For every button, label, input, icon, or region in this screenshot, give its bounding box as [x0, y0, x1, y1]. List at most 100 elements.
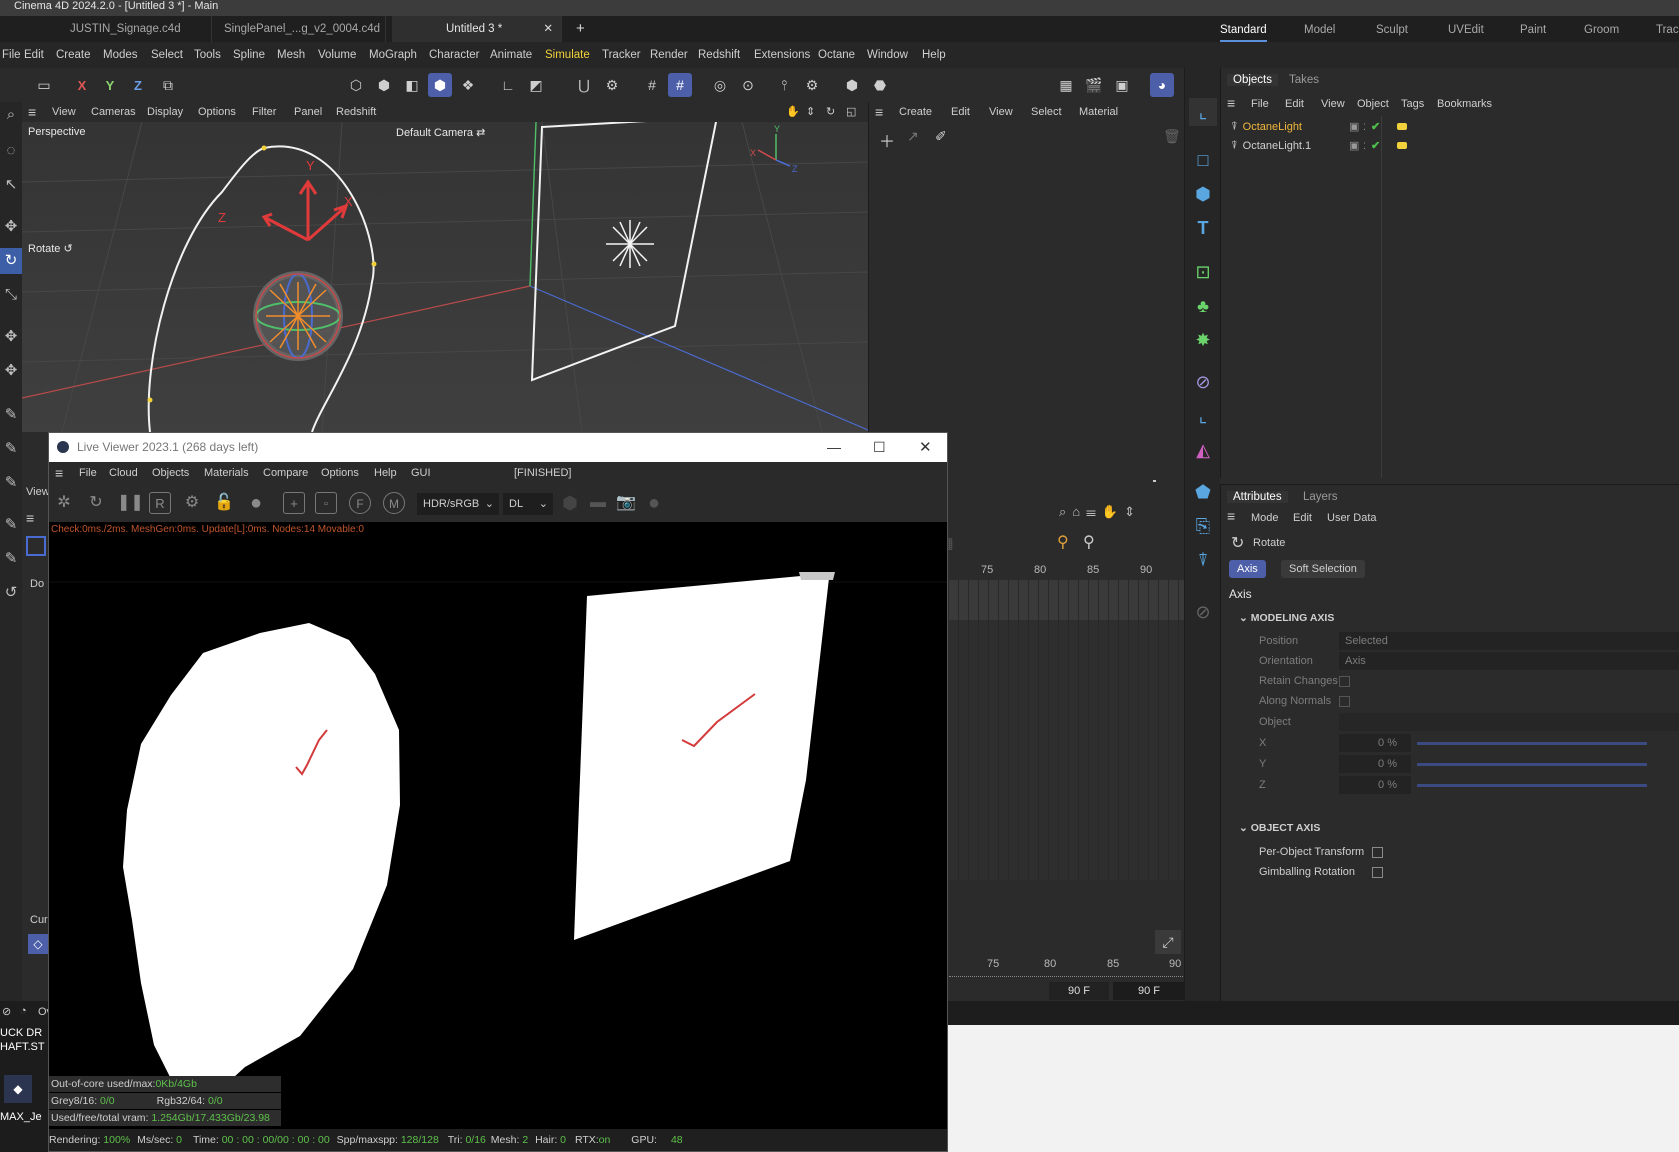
end-frame-field[interactable]: 90 F — [1049, 982, 1109, 1000]
layout-track[interactable]: Track — [1656, 16, 1679, 42]
x-slider[interactable] — [1417, 742, 1647, 745]
scale-icon[interactable]: ⤡ — [0, 282, 22, 308]
menu-extensions[interactable]: Extensions — [754, 42, 810, 68]
enabled-check-icon[interactable]: ✔ — [1371, 117, 1380, 137]
axis-y-lock[interactable]: Y — [98, 73, 122, 97]
menu-volume[interactable]: Volume — [318, 42, 356, 68]
menu-octane[interactable]: Octane — [818, 42, 855, 68]
octane-material-icon[interactable]: ⬣ — [868, 73, 892, 97]
edit-icon[interactable]: ▣ — [1349, 136, 1359, 156]
vp-menu-panel[interactable]: Panel — [294, 102, 322, 122]
z-value-field[interactable]: 0 % — [1339, 776, 1411, 794]
clay-mode-icon[interactable]: ▬ — [587, 492, 609, 514]
section-object-axis[interactable]: ⌄ OBJECT AXIS — [1239, 822, 1320, 834]
null-object-icon[interactable]: ⌞ — [1189, 98, 1217, 126]
attr-menu-user-data[interactable]: User Data — [1327, 512, 1377, 524]
object-row[interactable]: ⍒ OctaneLight ▣ ⁚ ✔ — [1231, 117, 1671, 137]
layout-paint[interactable]: Paint — [1520, 16, 1546, 42]
snap-magnet-icon[interactable]: ⋃ — [572, 73, 596, 97]
tab-takes[interactable]: Takes — [1289, 74, 1319, 86]
select-arrow-icon[interactable]: ↖ — [0, 172, 22, 198]
section-modeling-axis[interactable]: ⌄ MODELING AXIS — [1239, 612, 1334, 624]
symmetry-settings-icon[interactable]: ⚙ — [800, 73, 824, 97]
rotate-gizmo[interactable] — [253, 271, 343, 361]
field-icon[interactable]: ⌞ — [1189, 402, 1217, 430]
obj-menu-file[interactable]: File — [1251, 98, 1269, 110]
obj-menu-bookmarks[interactable]: Bookmarks — [1437, 98, 1492, 110]
menu-help[interactable]: Help — [922, 42, 946, 68]
timeline-tool-icons[interactable]: ⌕⌂☰✋⇕ — [1059, 504, 1141, 520]
hexagon-icon[interactable]: ⬢ — [559, 492, 581, 514]
pen-icon[interactable]: ✎ — [0, 436, 22, 462]
z-slider[interactable] — [1417, 784, 1647, 787]
transform-icon[interactable]: ✥ — [0, 324, 22, 350]
tag-icon[interactable]: ⊘ — [1189, 598, 1217, 626]
menu-mesh[interactable]: Mesh — [277, 42, 305, 68]
link-arrow-icon[interactable]: ↗ — [907, 128, 919, 145]
vp-menu-redshift[interactable]: Redshift — [336, 102, 376, 122]
solo-mode-icon[interactable]: ◩ — [524, 73, 548, 97]
lv-menu-materials[interactable]: Materials — [204, 462, 249, 484]
lv-menu-cloud[interactable]: Cloud — [109, 462, 138, 484]
retain-changes-checkbox[interactable] — [1339, 676, 1350, 687]
menu-tools[interactable]: Tools — [194, 42, 221, 68]
hamburger-icon[interactable]: ≡ — [28, 102, 36, 122]
effector-icon[interactable]: ✸ — [1189, 326, 1217, 354]
edges-mode-icon[interactable]: ⬢ — [372, 73, 396, 97]
search-icon[interactable]: ⌕ — [0, 102, 22, 128]
record-icon[interactable]: ● — [643, 492, 665, 514]
octane-object-icon[interactable]: ⬢ — [840, 73, 864, 97]
max-frame-field[interactable]: 90 F — [1113, 982, 1185, 1000]
dopesheet-area[interactable] — [949, 620, 1189, 880]
add-region-icon[interactable]: + — [283, 492, 305, 514]
deformer-icon[interactable]: ⊘ — [1189, 368, 1217, 396]
key-pin-icon[interactable]: ⚲ — [1057, 532, 1069, 552]
environment-icon[interactable]: ⬟ — [1189, 478, 1217, 506]
viewport-gear-icon[interactable]: ⊙ — [736, 73, 760, 97]
layout-uvedit[interactable]: UVEdit — [1448, 16, 1484, 42]
hamburger-icon[interactable]: ≡ — [55, 462, 63, 484]
cube-icon[interactable]: ⬢ — [1189, 180, 1217, 208]
orientation-dropdown[interactable]: Axis — [1339, 652, 1679, 670]
gimballing-rotation-checkbox[interactable] — [1372, 867, 1383, 878]
menu-window[interactable]: Window — [867, 42, 908, 68]
doc-tab-justin[interactable]: JUSTIN_Signage.c4d — [62, 16, 212, 42]
points-mode-icon[interactable]: ⬡ — [344, 73, 368, 97]
layout-sculpt[interactable]: Sculpt — [1376, 16, 1408, 42]
timeline-ruler[interactable] — [949, 976, 1189, 980]
3d-viewport[interactable]: Y X Z Y X Z Perspective Default Camera ⇄… — [22, 122, 868, 432]
axis-x-lock[interactable]: X — [70, 73, 94, 97]
lv-menu-compare[interactable]: Compare — [263, 462, 308, 484]
orbit-icon[interactable]: ↻ — [826, 102, 835, 122]
viewport-name[interactable]: Perspective — [28, 126, 85, 138]
model-mode-icon[interactable]: ⬢ — [428, 73, 452, 97]
hamburger-icon[interactable]: ≡ — [875, 102, 883, 122]
hamburger-icon[interactable]: ≡ — [1227, 508, 1235, 524]
menu-select[interactable]: Select — [151, 42, 183, 68]
y-value-field[interactable]: 0 % — [1339, 755, 1411, 773]
vp-menu-cameras[interactable]: Cameras — [91, 102, 136, 122]
snap-settings-icon[interactable]: ⚙ — [600, 73, 624, 97]
pause-icon[interactable]: ❚❚ — [117, 492, 144, 514]
kernel-select[interactable]: DL ⌄ — [503, 493, 553, 515]
restart-render-icon[interactable]: ↻ — [85, 492, 107, 514]
close-icon[interactable]: ✕ — [919, 433, 932, 462]
lock-icon[interactable]: 🔓 — [213, 492, 235, 514]
vp-menu-filter[interactable]: Filter — [252, 102, 276, 122]
hamburger-icon[interactable]: ≡ — [26, 510, 34, 526]
visibility-dots-icon[interactable]: ⁚ — [1363, 136, 1366, 156]
add-material-plus-icon[interactable]: ＋ — [879, 128, 895, 152]
menu-file[interactable]: File — [2, 42, 21, 68]
octane-light-tag-icon[interactable] — [1397, 142, 1407, 149]
keyframe-diamond-icon[interactable]: ◇ — [28, 934, 48, 954]
mat-menu-view[interactable]: View — [989, 102, 1013, 122]
brush-icon[interactable]: ✎ — [0, 512, 22, 538]
doc-tab-singlepanel[interactable]: SinglePanel_...g_v2_0004.c4d — [216, 16, 386, 42]
mat-menu-select[interactable]: Select — [1031, 102, 1062, 122]
viewport-camera[interactable]: Default Camera ⇄ — [396, 126, 485, 139]
light-icon[interactable]: ⍒ — [1189, 546, 1217, 574]
key-pin-2-icon[interactable]: ⚲ — [1083, 532, 1095, 552]
smooth-icon[interactable]: ↺ — [0, 580, 22, 606]
live-viewer-titlebar[interactable]: Live Viewer 2023.1 (268 days left) — ☐ ✕ — [49, 433, 947, 462]
sculpt-icon[interactable]: ✎ — [0, 546, 22, 572]
